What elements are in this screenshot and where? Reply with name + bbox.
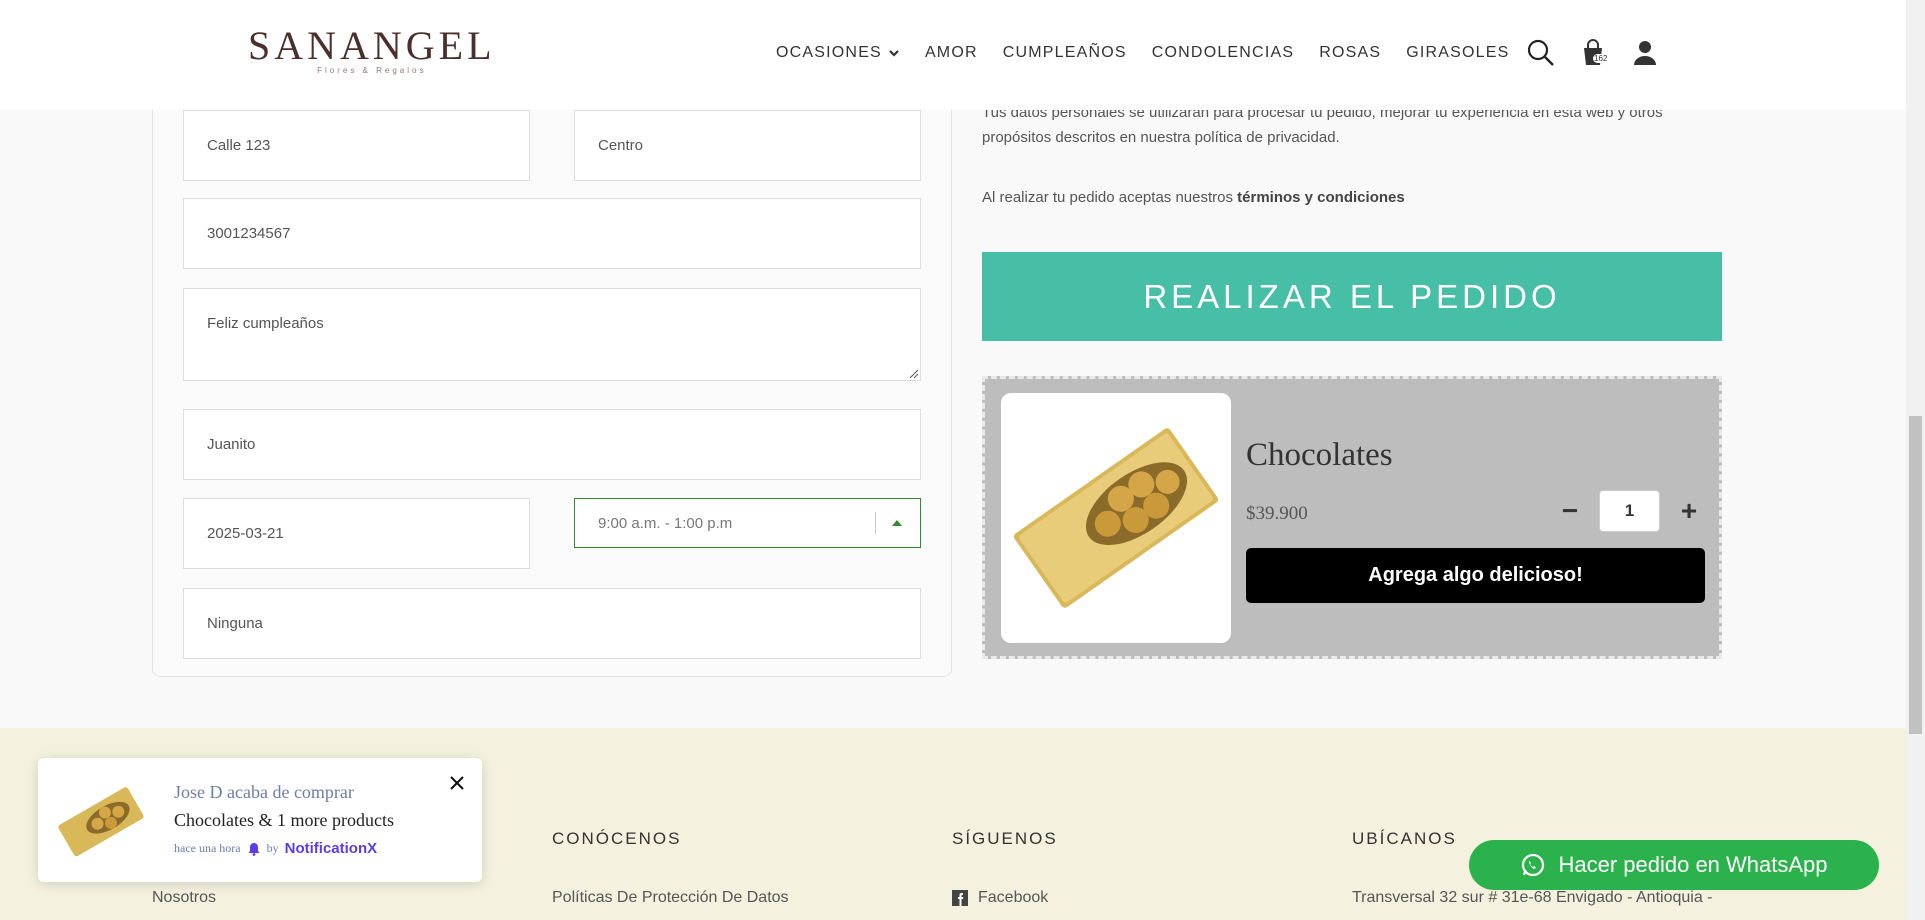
product-title: Chocolates (1246, 437, 1393, 473)
user-icon (1634, 41, 1656, 65)
card-message-textarea[interactable]: Feliz cumpleaños (183, 288, 921, 381)
site-logo[interactable]: SANANGEL Flores & Regalos (248, 23, 496, 76)
purchase-notification: Jose D acaba de comprar Chocolates & 1 m… (38, 758, 482, 882)
notification-buyer: Jose D acaba de comprar (174, 782, 354, 802)
nav-item-cumpleanos[interactable]: CUMPLEAÑOS (1003, 44, 1127, 62)
close-icon[interactable] (448, 774, 466, 792)
search-button[interactable] (1526, 38, 1556, 68)
card-message-text: Feliz cumpleaños (207, 315, 324, 332)
resize-grip-icon[interactable] (908, 368, 918, 378)
caret-up-icon (892, 520, 902, 526)
cart-count-badge: 162 (1593, 54, 1609, 63)
cart-button[interactable]: 162 (1578, 38, 1609, 68)
quantity-stepper: − 1 + (1555, 490, 1704, 532)
page-scrollbar[interactable] (1906, 0, 1925, 920)
notes-field[interactable]: Ninguna (183, 588, 921, 659)
notification-time: hace una hora (174, 841, 241, 855)
product-image (1001, 393, 1231, 643)
nav-item-ocasiones[interactable]: OCASIONES (776, 44, 900, 62)
nav-item-label: OCASIONES (776, 44, 882, 61)
main-nav: OCASIONES AMOR CUMPLEAÑOS CONDOLENCIAS R… (776, 44, 1535, 62)
whatsapp-icon (1522, 853, 1545, 877)
delivery-date-field[interactable]: 2025-03-21 (183, 498, 530, 569)
site-header: SANANGEL Flores & Regalos OCASIONES AMOR… (0, 0, 1906, 110)
terms-notice: Al realizar tu pedido aceptas nuestros t… (982, 189, 1405, 206)
facebook-label: Facebook (978, 889, 1049, 906)
notificationx-icon (248, 842, 260, 856)
account-button[interactable] (1630, 38, 1660, 68)
footer-address: Transversal 32 sur # 31e-68 Envigado - A… (1352, 889, 1713, 906)
chocolate-box-image (1013, 428, 1219, 608)
chevron-down-icon (889, 50, 899, 57)
neighborhood-field[interactable]: Centro (574, 110, 921, 181)
footer-link-nosotros[interactable]: Nosotros (152, 889, 216, 907)
notification-meta: hace una hora by NotificationX (174, 840, 377, 857)
search-icon (1527, 39, 1554, 66)
whatsapp-order-button[interactable]: Hacer pedido en WhatsApp (1469, 840, 1879, 890)
footer-title-ubicanos: UBÍCANOS (1352, 829, 1457, 848)
recipient-field[interactable]: Juanito (183, 409, 921, 480)
increase-quantity-button[interactable]: + (1674, 495, 1704, 526)
product-price: $39.900 (1246, 503, 1308, 524)
phone-field[interactable]: 3001234567 (183, 198, 921, 269)
header-icons: 162 (1526, 38, 1660, 68)
whatsapp-label: Hacer pedido en WhatsApp (1558, 852, 1828, 877)
notification-by: by (266, 841, 279, 855)
address-field[interactable]: Calle 123 (183, 110, 530, 181)
nav-item-rosas[interactable]: ROSAS (1319, 44, 1381, 62)
upsell-box: Chocolates $39.900 − 1 + Agrega algo del… (982, 376, 1722, 659)
scrollbar-thumb[interactable] (1909, 416, 1922, 734)
select-divider (875, 512, 876, 534)
footer-link-facebook[interactable]: Facebook (952, 889, 1048, 907)
footer-title-conocenos: CONÓCENOS (552, 829, 682, 848)
notification-brand[interactable]: NotificationX (285, 840, 378, 857)
cart-icon (1584, 39, 1602, 65)
terms-link[interactable]: términos y condiciones (1237, 189, 1405, 206)
place-order-button[interactable]: REALIZAR EL PEDIDO (982, 252, 1722, 341)
facebook-icon (952, 890, 968, 906)
decrease-quantity-button[interactable]: − (1555, 495, 1585, 526)
delivery-time-value: 9:00 a.m. - 1:00 p.m (598, 514, 733, 532)
nav-item-condolencias[interactable]: CONDOLENCIAS (1152, 44, 1294, 62)
nav-item-amor[interactable]: AMOR (925, 44, 978, 62)
quantity-input[interactable]: 1 (1599, 490, 1660, 532)
logo-text: SANANGEL (248, 23, 496, 68)
add-upsell-button[interactable]: Agrega algo delicioso! (1246, 548, 1705, 603)
delivery-time-select[interactable]: 9:00 a.m. - 1:00 p.m (574, 498, 921, 548)
notification-product-image (58, 787, 144, 857)
terms-prefix: Al realizar tu pedido aceptas nuestros (982, 189, 1238, 206)
footer-title-siguenos: SÍGUENOS (952, 829, 1058, 848)
notification-product: Chocolates & 1 more products (174, 810, 394, 830)
nav-item-girasoles[interactable]: GIRASOLES (1406, 44, 1509, 62)
footer-link-politicas[interactable]: Políticas De Protección De Datos (552, 889, 789, 907)
